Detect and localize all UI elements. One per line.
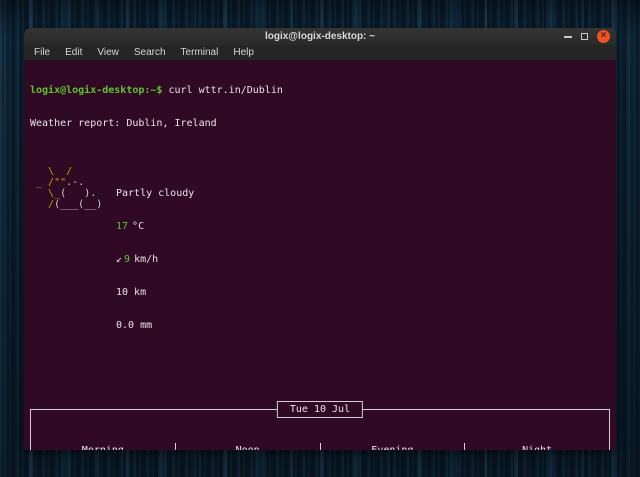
period-evening: Evening <box>321 443 466 450</box>
period-night: Night <box>465 443 609 450</box>
current-temperature: 17°C <box>116 221 194 232</box>
wind-direction-icon: ↙ <box>116 254 122 265</box>
menu-file[interactable]: File <box>34 47 50 58</box>
command-text: curl wttr.in/Dublin <box>162 85 282 96</box>
period-header-row: Morning Noon Evening Night <box>31 443 609 450</box>
window-title: logix@logix-desktop: ~ <box>24 31 616 42</box>
current-weather-art-icon: \ / _ /"".-. \_( ). /(___(__) <box>30 166 116 353</box>
close-icon[interactable]: × <box>597 30 610 43</box>
menu-view[interactable]: View <box>97 47 119 58</box>
menu-edit[interactable]: Edit <box>65 47 82 58</box>
shell-prompt: logix@logix-desktop:~$ <box>30 85 162 96</box>
terminal-content[interactable]: logix@logix-desktop:~$ curl wttr.in/Dubl… <box>24 60 616 450</box>
menu-help[interactable]: Help <box>233 47 254 58</box>
forecast-table-tue: Tue 10 Jul Morning Noon Evening Night \ … <box>30 409 610 450</box>
menu-terminal[interactable]: Terminal <box>181 47 219 58</box>
current-conditions: \ / _ /"".-. \_( ). /(___(__) Partly clo… <box>30 166 610 353</box>
window-controls: × <box>564 28 610 45</box>
window-titlebar[interactable]: logix@logix-desktop: ~ × <box>24 28 616 45</box>
current-visibility: 10 km <box>116 287 194 298</box>
terminal-window: logix@logix-desktop: ~ × File Edit View … <box>24 28 616 450</box>
date-label: Tue 10 Jul <box>277 401 363 418</box>
period-noon: Noon <box>176 443 321 450</box>
report-title: Weather report: Dublin, Ireland <box>30 118 610 129</box>
current-precipitation: 0.0 mm <box>116 320 194 331</box>
current-wind: ↙9km/h <box>116 254 194 265</box>
menu-search[interactable]: Search <box>134 47 166 58</box>
current-condition: Partly cloudy <box>116 188 194 199</box>
menu-bar: File Edit View Search Terminal Help <box>24 45 616 60</box>
maximize-icon[interactable] <box>581 33 588 40</box>
minimize-icon[interactable] <box>564 36 572 38</box>
current-info: Partly cloudy 17°C ↙9km/h 10 km 0.0 mm <box>116 166 194 353</box>
command-line: logix@logix-desktop:~$ curl wttr.in/Dubl… <box>30 85 610 96</box>
period-morning: Morning <box>31 443 176 450</box>
